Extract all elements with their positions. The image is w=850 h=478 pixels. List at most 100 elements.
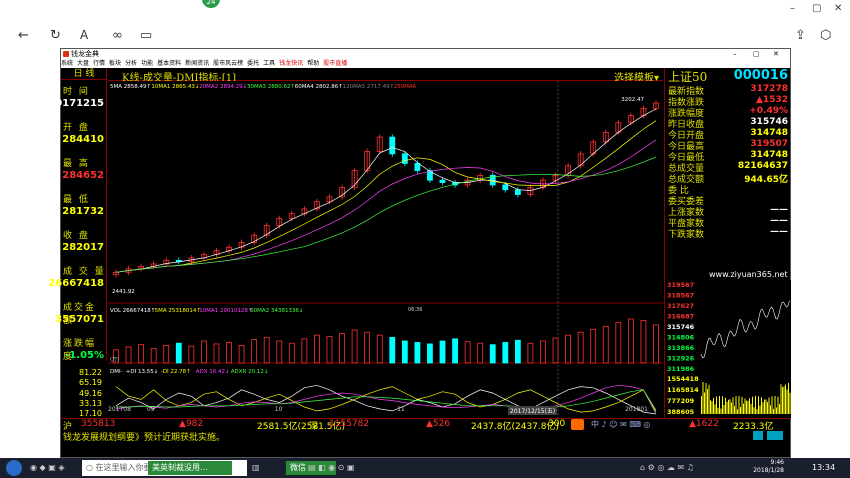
taskbar-quick-icons[interactable]: ◉ ◆ ▣ ◈ xyxy=(30,461,64,475)
mini-volume-bar xyxy=(723,404,725,414)
menu-item[interactable]: 系统 xyxy=(61,60,73,67)
legend-item: DMI- xyxy=(110,369,123,375)
menu-item[interactable]: 帮助 xyxy=(307,60,319,67)
menu-item[interactable]: 股市风云榜 xyxy=(213,60,243,67)
crosshair-label: 06:36 xyxy=(408,307,422,313)
mini-volume-bar xyxy=(747,400,749,414)
mini-volume-bar xyxy=(713,397,714,414)
notification-badge[interactable]: 24 xyxy=(202,0,220,8)
field-label: 开 盘 xyxy=(63,123,90,133)
candle-body xyxy=(502,184,509,191)
refresh-icon[interactable]: ↻ xyxy=(50,28,61,43)
volume-bar xyxy=(452,338,458,364)
menu-item[interactable]: 新闻资讯 xyxy=(185,60,209,67)
mini-volume-bar xyxy=(701,396,702,414)
dmi-tick-label: 33.13 xyxy=(79,398,102,408)
x-cursor-label: 2017/12/15(五) xyxy=(508,406,558,415)
stat-value: —— xyxy=(770,205,788,215)
legend-item: +DI 13.55↓ xyxy=(126,368,159,375)
mini-volume-tick: 1165814 xyxy=(667,386,699,394)
maximize-button[interactable]: ▢ xyxy=(812,3,821,14)
mini-price-tick: 319567 xyxy=(667,281,694,289)
legend-item: 60MA4 2802.86↑ xyxy=(295,83,343,90)
c-change: ▲1622 xyxy=(689,419,719,429)
menu-item[interactable]: 基本资料 xyxy=(157,60,181,67)
low-label: 2441.92 xyxy=(112,289,135,295)
index-code: 000016 xyxy=(733,68,788,83)
menu-item[interactable]: 功能 xyxy=(141,60,153,67)
menu-item[interactable]: 行情 xyxy=(93,60,105,67)
mini-volume-bar xyxy=(767,402,768,414)
mini-price-tick: 311986 xyxy=(667,365,695,373)
field-value: 284410 xyxy=(62,134,104,145)
menu-item[interactable]: 委托 xyxy=(247,60,259,67)
menu-item[interactable]: 大盘 xyxy=(77,60,89,67)
clock[interactable]: 13:34 xyxy=(812,461,835,475)
task-view-icon[interactable]: ▥ xyxy=(252,461,260,475)
menu-item[interactable]: 股市直播 xyxy=(323,60,347,67)
close-button[interactable]: ✕ xyxy=(834,3,842,14)
text-input-icon[interactable]: A xyxy=(80,28,88,42)
news-ticker: 钱龙发展规划纲要》预计近期获批实施。 xyxy=(61,430,790,443)
app-maximize-button[interactable]: ▢ xyxy=(753,49,760,59)
mini-volume-bar xyxy=(773,408,774,414)
menu-item[interactable]: 工具 xyxy=(263,60,275,67)
mini-volume-bar xyxy=(758,396,759,414)
legend-item: ADX 16.42↓ xyxy=(196,368,230,375)
field-value: 20171215 xyxy=(48,98,104,109)
tray-icons[interactable]: ⌂ ⚙ ◎ ☁ ✉ ♫ xyxy=(640,461,694,475)
legend-item: 5MA 2858.49↑ xyxy=(110,83,151,90)
pinned-app-icons[interactable]: ▤ ◧ ◉ ⊙ ▣ xyxy=(308,461,355,475)
stat-value: 319507 xyxy=(750,139,788,149)
tray-datetime: 9:46 2018/1/28 xyxy=(742,459,784,474)
intraday-mini-chart[interactable]: 319567 318567 317627 316687 315746 314806 3138… xyxy=(665,280,791,418)
count-value: 300 xyxy=(548,419,566,429)
legend-item: 60MA2 34381336↓ xyxy=(250,307,303,314)
link-icon[interactable]: ∞ xyxy=(112,28,123,43)
legend-item: 250MA6 xyxy=(394,84,417,90)
app-title: 钱龙金典 xyxy=(71,50,99,58)
tool-icons[interactable]: 中 ♪ ☺ ✉ ⌨ ◎ xyxy=(591,419,650,430)
app-close-button[interactable]: ✕ xyxy=(773,49,779,59)
mini-price-tick: 316687 xyxy=(667,313,694,321)
share-icon[interactable]: ⇪ xyxy=(795,28,806,43)
mini-price-tick: 317627 xyxy=(667,302,694,310)
stat-value: +0.49% xyxy=(749,106,788,116)
app-minimize-button[interactable]: – xyxy=(733,49,737,59)
mini-volume-bar xyxy=(780,384,782,414)
back-arrow-icon[interactable]: ← xyxy=(18,28,29,43)
field-value: 284652 xyxy=(62,170,104,181)
menu-item[interactable]: 分析 xyxy=(125,60,137,67)
mini-price-tick: 313866 xyxy=(667,344,695,352)
period-tab[interactable]: 日 线 xyxy=(61,68,107,80)
start-button[interactable] xyxy=(6,460,22,476)
taskbar-app[interactable]: 美英制裁没用... xyxy=(148,461,232,475)
mini-volume-bar xyxy=(725,397,726,414)
extension-icon[interactable]: ⬡ xyxy=(820,28,831,43)
stat-value: 82164637 xyxy=(737,161,788,171)
stat-value: 317278 xyxy=(750,84,788,94)
mini-volume-bar xyxy=(749,398,750,414)
market-summary-bar: 沪 355813 ▲982 2581.5亿(2581.5亿) 深 1155782… xyxy=(61,418,790,432)
menu-item[interactable]: 钱龙快讯 xyxy=(279,60,303,67)
search-icon: ○ xyxy=(86,463,96,472)
app-icon[interactable] xyxy=(571,419,584,430)
chart-background xyxy=(108,81,664,418)
mini-volume-bar xyxy=(738,396,740,414)
legend-item: 120MA5 2717.49↑ xyxy=(343,83,395,90)
chart-area[interactable]: 5MA 2858.49↑ 10MA1 2865.43↓ 20MA2 2894.29↓… xyxy=(108,81,664,418)
windows-taskbar: ◉ ◆ ▣ ◈ ○ 在这里输入你要搜索的内容 ▥ 美英制裁没用... 微信 ▤ ◧… xyxy=(0,458,850,478)
status-icon[interactable] xyxy=(753,431,763,440)
status-icon[interactable] xyxy=(767,431,783,440)
menu-item[interactable]: 板块 xyxy=(109,60,121,67)
tab-icon[interactable]: ▭ xyxy=(140,28,152,43)
dmi-tick-label: 81.22 xyxy=(79,368,102,377)
stat-value: 314748 xyxy=(750,128,788,138)
mini-volume-bar xyxy=(776,407,777,414)
field-label: 成 交 量 xyxy=(63,267,106,277)
mini-volume-bar xyxy=(702,382,704,414)
mini-volume-bar xyxy=(770,405,771,414)
minimize-button[interactable]: – xyxy=(790,3,795,14)
mini-volume-bar xyxy=(722,396,723,414)
stat-value: —— xyxy=(770,216,788,226)
